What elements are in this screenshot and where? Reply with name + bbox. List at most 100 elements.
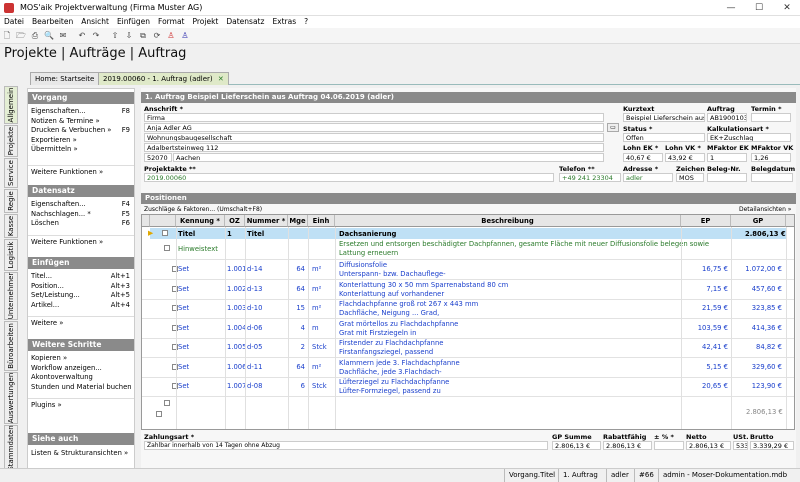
close-tab-icon[interactable]: ✕ (218, 75, 224, 83)
detailansichten-link[interactable]: Detailansichten » (739, 206, 791, 213)
up-icon[interactable]: ⇧ (109, 30, 121, 42)
task-more[interactable]: Weitere » (28, 316, 134, 327)
menu-ansicht[interactable]: Ansicht (77, 16, 113, 28)
projektakte-field[interactable]: 2019.00060 (144, 173, 554, 182)
lohn-ek-field[interactable]: 40,67 € (623, 153, 663, 162)
vtab-auswertungen[interactable]: Auswertungen (4, 372, 18, 424)
open-icon[interactable]: 🗁 (15, 30, 27, 42)
expand-toggle[interactable] (162, 230, 168, 236)
zahlungsart-field[interactable]: Zahlbar innerhalb von 14 Tagen ohne Abzu… (144, 441, 548, 450)
ort-field[interactable]: Aachen (173, 153, 604, 162)
telefon-field[interactable]: +49 241 23304 (559, 173, 621, 182)
percent-field[interactable] (654, 441, 684, 450)
zeichen-field[interactable]: MOS (676, 173, 704, 182)
menu-datensatz[interactable]: Datensatz (222, 16, 268, 28)
undo-icon[interactable]: ↶ (76, 30, 88, 42)
user-icon[interactable]: ♙ (165, 30, 177, 42)
plz-field[interactable]: 52070 (144, 153, 172, 162)
vtab-kasse[interactable]: Kasse (4, 214, 18, 238)
vtab-logistik[interactable]: Logistik (4, 239, 18, 271)
col-beschreibung[interactable]: Beschreibung (335, 215, 681, 227)
beleg-nr-field[interactable] (707, 173, 747, 182)
section-header[interactable]: Datensatz (28, 185, 134, 197)
task-listen[interactable]: Listen & Strukturansichten » (28, 449, 134, 459)
address-book-icon[interactable]: ▭ (607, 123, 619, 132)
preview-icon[interactable]: 🔍 (43, 30, 55, 42)
menu-format[interactable]: Format (154, 16, 188, 28)
belegdatum-field[interactable] (751, 173, 793, 182)
anschrift-line-3[interactable]: Wohnungsbaugesellschaft (144, 133, 604, 142)
vtab-regie[interactable]: Regie (4, 189, 18, 213)
copy-icon[interactable]: ⧉ (137, 30, 149, 42)
close-button[interactable]: ✕ (774, 0, 800, 16)
section-header[interactable]: Weitere Schritte (28, 339, 134, 351)
new-icon[interactable]: 🗋 (1, 30, 13, 42)
task-artikel[interactable]: Artikel... Alt+4 (28, 301, 134, 311)
auftrag-field[interactable]: AB1900103 (707, 113, 747, 122)
anschrift-line-2[interactable]: Anja Adler AG (144, 123, 604, 132)
section-header[interactable]: Siehe auch (28, 433, 134, 445)
menu-help[interactable]: ? (300, 16, 312, 28)
refresh-icon[interactable]: ⟳ (151, 30, 163, 42)
anschrift-line-4[interactable]: Adalbertsteinweg 112 (144, 143, 604, 152)
minimize-button[interactable]: — (718, 0, 744, 16)
task-more[interactable]: Weitere Funktionen » (28, 164, 134, 176)
mail-icon[interactable]: ✉ (57, 30, 69, 42)
menu-bearbeiten[interactable]: Bearbeiten (28, 16, 77, 28)
lohn-vk-field[interactable]: 43,92 € (665, 153, 705, 162)
task-more[interactable]: Weitere Funktionen » (28, 234, 134, 246)
task-notizen[interactable]: Notizen & Termine » (28, 117, 134, 127)
print-icon[interactable]: ⎙ (29, 30, 41, 42)
task-akonto[interactable]: Akontoverwaltung (28, 373, 134, 383)
task-eigenschaften[interactable]: Eigenschaften... F8 (28, 107, 134, 117)
termin-field[interactable] (751, 113, 791, 122)
anschrift-line-1[interactable]: Firma (144, 113, 604, 122)
empty-row-toggle[interactable] (156, 411, 162, 417)
col-mge[interactable]: Mge (288, 215, 308, 227)
tab-auftrag[interactable]: 2019.00060 - 1. Auftrag (adler) ✕ (98, 72, 229, 85)
down-icon[interactable]: ⇩ (123, 30, 135, 42)
task-position[interactable]: Position... Alt+3 (28, 282, 134, 292)
col-nummer[interactable]: Nummer * (245, 215, 288, 227)
task-set[interactable]: Set/Leistung... Alt+5 (28, 291, 134, 301)
mfaktor-vk-field[interactable]: 1,26 (751, 153, 791, 162)
task-drucken[interactable]: Drucken & Verbuchen » F9 (28, 126, 134, 136)
plugins-link[interactable]: Plugins » (28, 398, 134, 409)
menu-einfuegen[interactable]: Einfügen (113, 16, 154, 28)
section-header[interactable]: Einfügen (28, 257, 134, 269)
empty-row-toggle[interactable] (164, 400, 170, 406)
task-workflow[interactable]: Workflow anzeigen... (28, 364, 134, 374)
task-eigenschaften[interactable]: Eigenschaften... F4 (28, 200, 134, 210)
user2-icon[interactable]: ♙ (179, 30, 191, 42)
col-gp[interactable]: GP (731, 215, 786, 227)
zuschlaege-link[interactable]: Zuschläge & Faktoren... (Umschalt+F8) (144, 206, 262, 213)
task-uebermitteln[interactable]: Übermitteln » (28, 145, 134, 155)
menu-datei[interactable]: Datei (0, 16, 28, 28)
adresse-field[interactable]: adler (623, 173, 673, 182)
col-kennung[interactable]: Kennung * (176, 215, 225, 227)
redo-icon[interactable]: ↷ (90, 30, 102, 42)
col-einh[interactable]: Einh (308, 215, 335, 227)
col-ep[interactable]: EP (681, 215, 731, 227)
vtab-allgemein[interactable]: Allgemein (4, 86, 18, 124)
mfaktor-ek-field[interactable]: 1 (707, 153, 747, 162)
section-header[interactable]: Vorgang (28, 92, 134, 104)
vtab-service[interactable]: Service (4, 158, 18, 188)
kurztext-field[interactable]: Beispiel Lieferschein aus Au (623, 113, 705, 122)
menu-projekt[interactable]: Projekt (188, 16, 222, 28)
status-field[interactable]: Offen (623, 133, 705, 142)
vtab-projekte[interactable]: Projekte (4, 125, 18, 157)
maximize-button[interactable]: ☐ (746, 0, 772, 16)
task-stunden[interactable]: Stunden und Material buchen (28, 383, 134, 393)
menu-extras[interactable]: Extras (268, 16, 300, 28)
task-kopieren[interactable]: Kopieren » (28, 354, 134, 364)
row-toggle[interactable] (164, 245, 170, 251)
vtab-stammdaten[interactable]: Stammdaten (4, 425, 18, 470)
col-oz[interactable]: OZ (225, 215, 245, 227)
task-loeschen[interactable]: Löschen F6 (28, 219, 134, 229)
task-exportieren[interactable]: Exportieren » (28, 136, 134, 146)
tab-home[interactable]: Home: Startseite (30, 72, 100, 85)
vtab-unternehmer[interactable]: Unternehmer (4, 272, 18, 320)
task-titel[interactable]: Titel... Alt+1 (28, 272, 134, 282)
vtab-bueroarbeiten[interactable]: Büroarbeiten (4, 321, 18, 371)
